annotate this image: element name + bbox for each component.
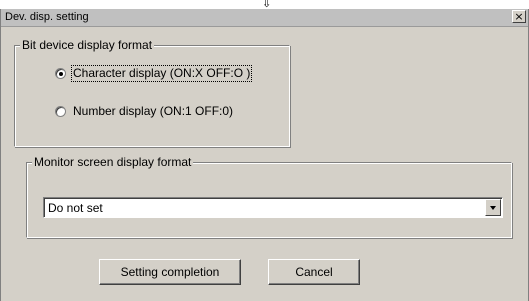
radio-character-display-label[interactable]: Character display (ON:X OFF:O ) (70, 65, 253, 82)
monitor-screen-display-format-group: Monitor screen display format Do not set (26, 155, 512, 238)
title-bar[interactable]: Dev. disp. setting × (1, 9, 528, 27)
monitor-group-legend: Monitor screen display format (32, 155, 194, 169)
monitor-format-select-value: Do not set (48, 201, 103, 215)
cancel-button[interactable]: Cancel (268, 259, 360, 285)
chevron-down-icon[interactable] (485, 199, 501, 216)
dev-disp-setting-dialog: Dev. disp. setting × Bit device display … (0, 9, 529, 301)
setting-completion-button[interactable]: Setting completion (99, 259, 241, 285)
radio-checked-icon[interactable] (55, 68, 66, 79)
radio-number-display-label[interactable]: Number display (ON:1 OFF:0) (72, 104, 234, 119)
bit-device-display-format-group: Bit device display format Character disp… (14, 38, 290, 147)
close-button[interactable]: × (512, 10, 526, 23)
close-icon: × (514, 10, 524, 23)
monitor-format-select[interactable]: Do not set (43, 197, 503, 218)
radio-number-display[interactable]: Number display (ON:1 OFF:0) (55, 104, 234, 119)
pointer-arrow-icon: ⇩ (262, 0, 272, 10)
radio-character-display[interactable]: Character display (ON:X OFF:O ) (55, 65, 253, 82)
bit-device-group-legend: Bit device display format (20, 38, 155, 52)
radio-unchecked-icon[interactable] (55, 106, 66, 117)
window-title: Dev. disp. setting (5, 11, 89, 23)
